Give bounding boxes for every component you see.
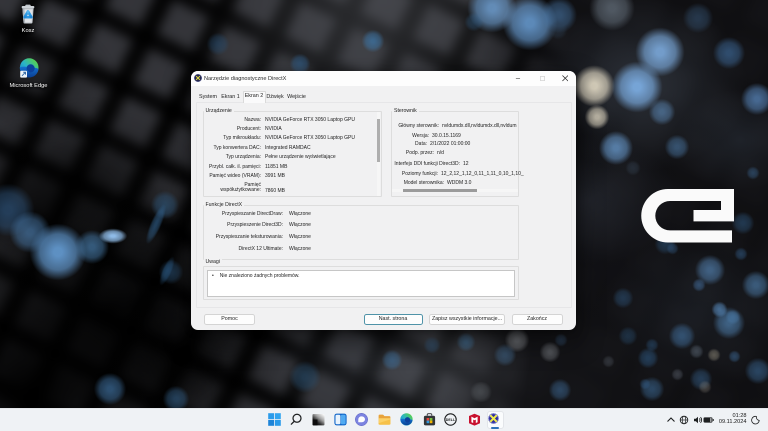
- svg-text:DELL: DELL: [446, 418, 456, 422]
